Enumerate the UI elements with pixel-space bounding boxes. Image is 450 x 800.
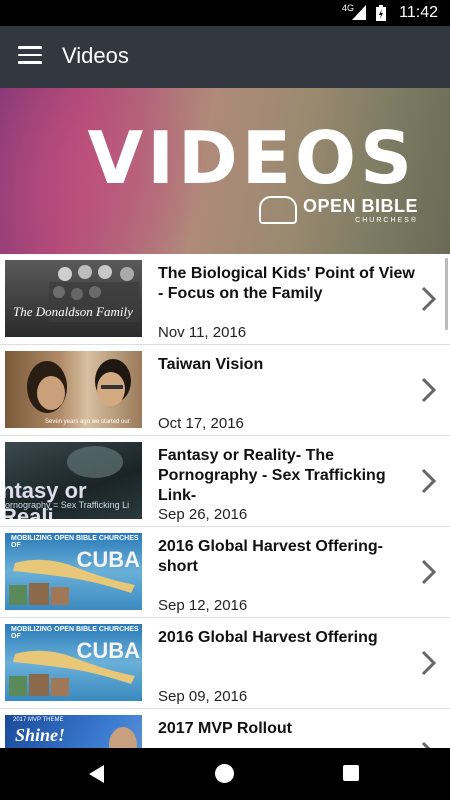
video-thumbnail: The Donaldson Family: [5, 260, 142, 337]
header-banner: VIDEOS OPEN BIBLE CHURCHES®: [0, 88, 450, 254]
menu-icon[interactable]: [18, 46, 42, 66]
video-thumbnail: ntasy or Reali ornography = Sex Traffick…: [5, 442, 142, 519]
thumbnail-caption: 2017 MVP THEME: [13, 717, 64, 723]
chevron-right-icon: [421, 559, 437, 585]
page-title: Videos: [62, 43, 129, 68]
video-date: Sep 26, 2016: [158, 506, 248, 523]
scrollbar[interactable]: [445, 258, 448, 330]
thumbnail-caption: Seven years ago we started our: [45, 419, 130, 425]
chevron-right-icon: [421, 377, 437, 403]
status-bar: 4G 11:42: [0, 0, 450, 26]
system-navigation-bar: [0, 748, 450, 800]
back-icon[interactable]: [88, 764, 106, 784]
video-title: Taiwan Vision: [158, 356, 264, 373]
chevron-right-icon: [421, 741, 431, 748]
video-title: 2017 MVP Rollout: [158, 720, 292, 737]
video-title: 2016 Global Harvest Offering: [158, 629, 378, 646]
video-date: Oct 17, 2016: [158, 415, 244, 432]
video-date: Sep 09, 2016: [158, 688, 248, 705]
chevron-right-icon: [421, 650, 437, 676]
thumbnail-subcaption: ornography = Sex Trafficking Li: [5, 500, 130, 510]
video-title: 2016 Global Harvest Offering-short: [158, 538, 383, 575]
video-thumbnail: 2017 MVP THEME Shine!: [5, 715, 142, 748]
banner-heading: VIDEOS: [87, 116, 416, 200]
video-date: Nov 11, 2016: [158, 324, 247, 341]
thumbnail-word: CUBA: [76, 638, 140, 663]
thumbnail-caption: ntasy or Reali: [5, 478, 87, 519]
bible-logo-icon: [258, 196, 297, 224]
battery-icon: [376, 5, 386, 21]
recent-apps-icon[interactable]: [343, 765, 359, 781]
video-title: The Biological Kids' Point of View - Foc…: [158, 265, 415, 302]
video-list-item[interactable]: The Donaldson Family The Biological Kids…: [0, 254, 450, 345]
home-icon[interactable]: [215, 764, 234, 783]
app-bar: Videos: [0, 26, 450, 88]
video-thumbnail: MOBILIZING OPEN BIBLE CHURCHES OF CUBA: [5, 624, 142, 701]
video-title: Fantasy or Reality- The Pornography - Se…: [158, 447, 386, 504]
video-list-item[interactable]: ntasy or Reali ornography = Sex Traffick…: [0, 436, 450, 527]
chevron-right-icon: [421, 468, 437, 494]
video-list-item[interactable]: Seven years ago we started our Taiwan Vi…: [0, 345, 450, 436]
chevron-right-icon: [421, 286, 437, 312]
clock: 11:42: [399, 4, 438, 21]
thumbnail-caption: The Donaldson Family: [13, 304, 133, 319]
open-bible-logo: OPEN BIBLE CHURCHES®: [258, 196, 418, 224]
video-list-item[interactable]: 2017 MVP THEME Shine! 2017 MVP Rollout: [0, 709, 450, 748]
thumbnail-word: CUBA: [76, 547, 140, 572]
video-thumbnail: Seven years ago we started our: [5, 351, 142, 428]
logo-subtext: CHURCHES®: [355, 217, 418, 224]
video-list-item[interactable]: MOBILIZING OPEN BIBLE CHURCHES OF CUBA 2…: [0, 527, 450, 618]
video-list: The Donaldson Family The Biological Kids…: [0, 254, 450, 748]
video-list-item[interactable]: MOBILIZING OPEN BIBLE CHURCHES OF CUBA 2…: [0, 618, 450, 709]
signal-icon: [352, 5, 366, 20]
video-date: Sep 12, 2016: [158, 597, 248, 614]
video-thumbnail: MOBILIZING OPEN BIBLE CHURCHES OF CUBA: [5, 533, 142, 610]
logo-text: OPEN BIBLE: [302, 196, 418, 216]
thumbnail-word: Shine!: [15, 725, 66, 745]
